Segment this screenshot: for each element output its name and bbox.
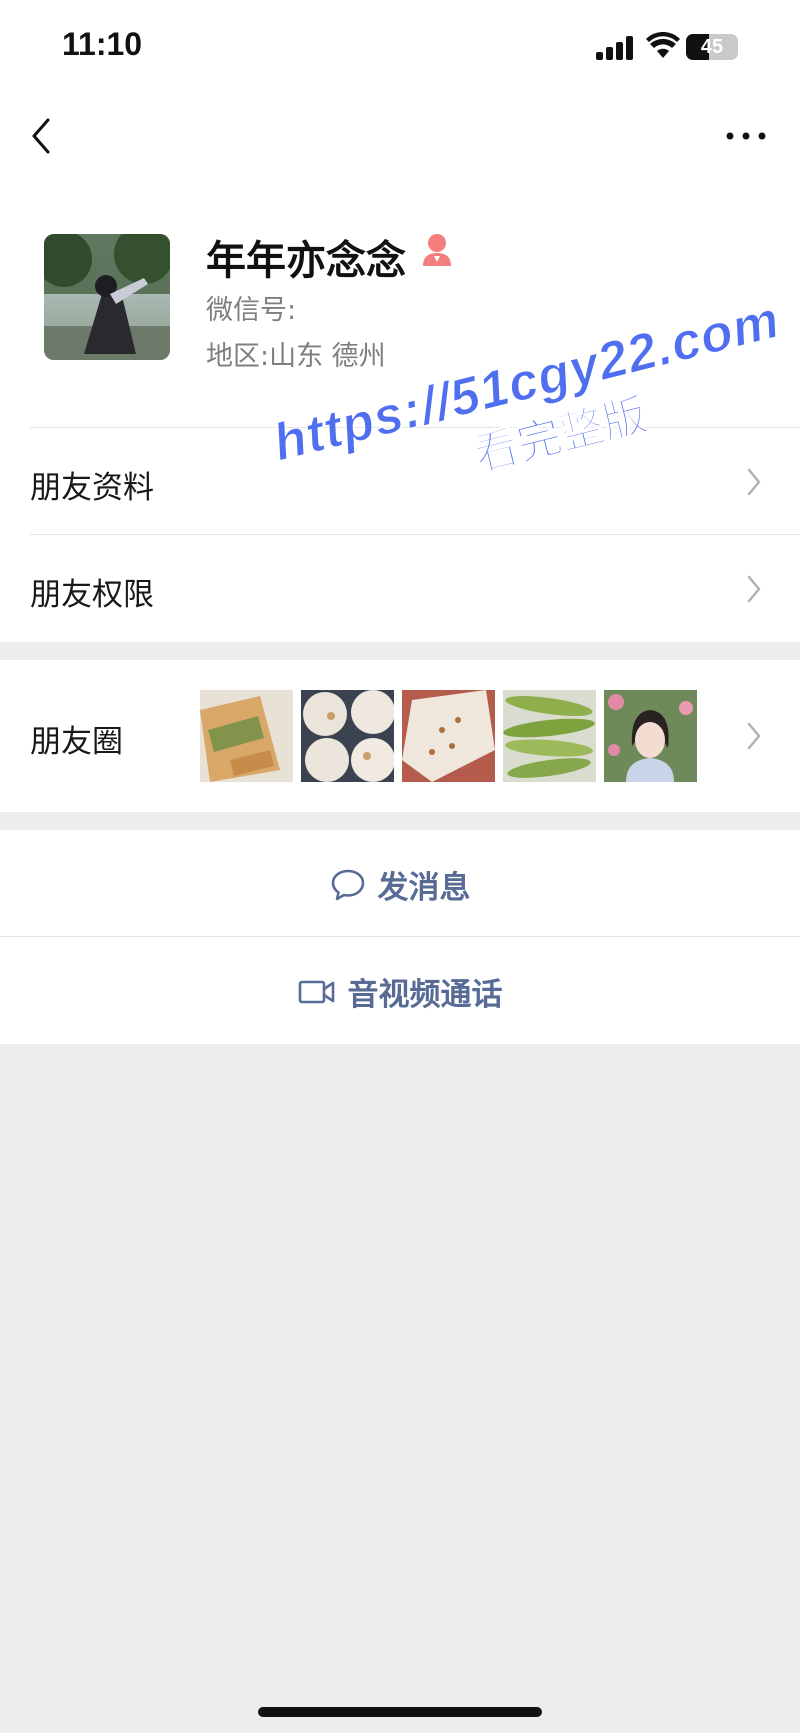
- moments-label: 朋友圈: [30, 724, 123, 760]
- battery-icon: 45: [686, 34, 738, 60]
- friend-permissions-label: 朋友权限: [30, 577, 154, 613]
- nickname: 年年亦念念: [206, 238, 406, 284]
- moment-thumbnail[interactable]: [402, 690, 495, 782]
- more-dots-icon[interactable]: [724, 122, 768, 150]
- moment-thumbnail[interactable]: [604, 690, 697, 782]
- chevron-right-icon: [747, 575, 761, 603]
- moment-thumbnail[interactable]: [200, 690, 293, 782]
- chevron-left-icon[interactable]: [24, 114, 64, 158]
- moments-row[interactable]: 朋友圈: [0, 660, 800, 812]
- chevron-right-icon: [747, 722, 761, 750]
- region: 地区:山东 德州: [206, 341, 386, 372]
- moment-thumbnail[interactable]: [503, 690, 596, 782]
- battery-level: 45: [700, 36, 724, 58]
- female-icon: [423, 234, 451, 266]
- signal-icon: [596, 36, 633, 60]
- send-message-content: 发消息: [0, 862, 800, 907]
- video-call-content: 音视频通话: [0, 969, 800, 1014]
- send-message-label: 发消息: [377, 870, 471, 906]
- wechat-id-label: 微信号:: [206, 295, 297, 326]
- send-message-button[interactable]: 发消息: [0, 830, 800, 937]
- status-bar: 11:10 45: [0, 0, 800, 96]
- home-indicator[interactable]: [258, 1707, 542, 1717]
- chat-bubble-icon: [331, 869, 364, 900]
- moment-thumbnail[interactable]: [301, 690, 394, 782]
- status-time: 11:10: [62, 26, 143, 62]
- wifi-icon: [646, 32, 680, 58]
- video-camera-icon: [298, 980, 334, 1003]
- video-call-button[interactable]: 音视频通话: [0, 937, 800, 1044]
- nav-bar: [0, 96, 800, 176]
- video-call-label: 音视频通话: [347, 977, 503, 1013]
- friend-info-label: 朋友资料: [30, 470, 154, 506]
- avatar[interactable]: [44, 234, 170, 360]
